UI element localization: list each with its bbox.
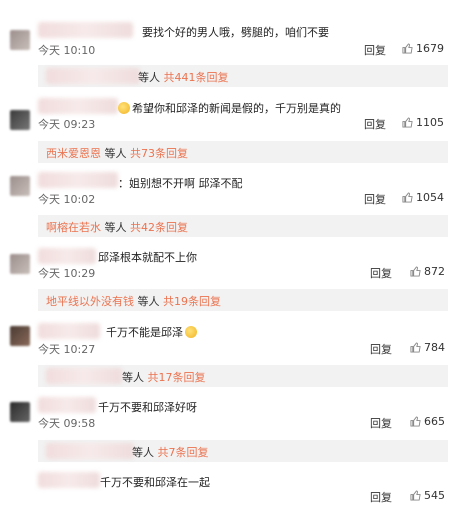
smiley-icon [118,102,130,114]
like-button[interactable]: 784 [410,341,445,354]
username-blurred [38,248,96,264]
comment-text: 要找个好的男人哦，劈腿的，咱们不要 [142,26,329,39]
username-blurred [38,472,100,488]
reply-nickname[interactable]: 西米爱恩恩 [46,147,101,160]
comment-item: ：姐别想不开啊 邱泽不配 今天 10:02 回复 1054 [0,166,457,211]
comment-time: 今天 10:27 [38,343,96,356]
reply-summary-text: 地平线以外没有钱 等人 共19条回复 [46,293,221,309]
comment-item: 千万不要和邱泽好呀 今天 09:58 回复 665 [0,390,457,435]
comment-time: 今天 10:02 [38,193,96,206]
like-button[interactable]: 872 [410,265,445,278]
comment-item: 千万不能是邱泽 今天 10:27 回复 784 [0,314,457,359]
like-count: 1679 [416,42,444,55]
reply-summary-bar[interactable]: 等人 共17条回复 [38,365,448,387]
like-count: 665 [424,415,445,428]
like-button[interactable]: 545 [410,489,445,502]
username-blurred [46,443,134,459]
reply-others-label: 等人 [104,221,127,234]
comment-item: 邱泽根本就配不上你 今天 10:29 回复 872 [0,240,457,285]
reply-summary-bar[interactable]: 西米爱恩恩 等人 共73条回复 [38,141,448,163]
comment-text: ：姐别想不开啊 邱泽不配 [118,177,243,190]
reply-summary-text: 等人 共441条回复 [138,69,229,85]
comment-time: 今天 10:29 [38,267,96,280]
reply-others-label: 等人 [138,71,160,84]
reply-nickname[interactable]: 啊榕在若水 [46,221,101,234]
comment-text: 千万不要和邱泽好呀 [98,401,197,414]
reply-summary-text: 等人 共17条回复 [122,369,206,385]
thumbs-up-icon [410,490,421,501]
reply-button[interactable]: 回复 [370,341,392,357]
avatar[interactable] [10,176,30,196]
reply-summary-bar[interactable]: 地平线以外没有钱 等人 共19条回复 [38,289,448,311]
reply-button[interactable]: 回复 [370,489,392,505]
like-button[interactable]: 1679 [402,42,444,55]
thumbs-up-icon [402,43,413,54]
like-button[interactable]: 665 [410,415,445,428]
thumbs-up-icon [410,416,421,427]
like-count: 545 [424,489,445,502]
reply-others-label: 等人 [104,147,127,160]
comment-time: 今天 09:58 [38,417,96,430]
like-count: 1105 [416,116,444,129]
reply-button[interactable]: 回复 [370,415,392,431]
thumbs-up-icon [402,117,413,128]
comment-item: 要找个好的男人哦，劈腿的，咱们不要 今天 10:10 回复 1679 [0,0,457,60]
thumbs-up-icon [410,266,421,277]
avatar[interactable] [10,402,30,422]
comment-item: 希望你和邱泽的新闻是假的，千万别是真的 今天 09:23 回复 1105 [0,90,457,140]
like-count: 872 [424,265,445,278]
reply-button[interactable]: 回复 [364,191,386,207]
reply-count-link[interactable]: 共7条回复 [158,446,209,459]
avatar[interactable] [10,30,30,50]
comment-time: 今天 10:10 [38,44,96,57]
comment-body: 千万不能是邱泽 [106,326,183,339]
reply-count-link[interactable]: 共441条回复 [164,71,229,84]
like-button[interactable]: 1105 [402,116,444,129]
reply-count-link[interactable]: 共42条回复 [130,221,188,234]
username-blurred [38,323,100,339]
like-count: 1054 [416,191,444,204]
reply-count-link[interactable]: 共17条回复 [148,371,206,384]
avatar[interactable] [10,326,30,346]
reply-summary-text: 等人 共7条回复 [132,444,209,460]
reply-nickname[interactable]: 地平线以外没有钱 [46,295,134,308]
comment-text: 邱泽根本就配不上你 [98,251,197,264]
avatar[interactable] [10,254,30,274]
reply-button[interactable]: 回复 [364,116,386,132]
reply-button[interactable]: 回复 [370,265,392,281]
username-blurred [38,397,96,413]
comment-text: 千万不能是邱泽 [106,324,199,340]
comment-text: 千万不要和邱泽在一起 [100,476,210,489]
username-blurred [38,172,118,188]
avatar[interactable] [10,110,30,130]
reply-summary-bar[interactable]: 啊榕在若水 等人 共42条回复 [38,215,448,237]
smiley-icon [185,326,197,338]
like-button[interactable]: 1054 [402,191,444,204]
comment-text: 希望你和邱泽的新闻是假的，千万别是真的 [118,100,341,116]
reply-button[interactable]: 回复 [364,42,386,58]
reply-summary-bar[interactable]: 等人 共7条回复 [38,440,448,462]
username-blurred [46,368,122,384]
reply-summary-text: 西米爱恩恩 等人 共73条回复 [46,145,188,161]
thumbs-up-icon [402,192,413,203]
reply-count-link[interactable]: 共19条回复 [163,295,221,308]
reply-others-label: 等人 [137,295,160,308]
comment-time: 今天 09:23 [38,118,96,131]
reply-others-label: 等人 [132,446,154,459]
thumbs-up-icon [410,342,421,353]
username-blurred [38,98,118,114]
comment-item: 千万不要和邱泽在一起 回复 545 [0,465,457,508]
username-blurred [46,68,140,84]
like-count: 784 [424,341,445,354]
reply-count-link[interactable]: 共73条回复 [130,147,188,160]
reply-others-label: 等人 [122,371,144,384]
username-blurred [38,22,133,38]
comment-body: 希望你和邱泽的新闻是假的，千万别是真的 [132,102,341,115]
reply-summary-bar[interactable]: 等人 共441条回复 [38,65,448,87]
reply-summary-text: 啊榕在若水 等人 共42条回复 [46,219,188,235]
